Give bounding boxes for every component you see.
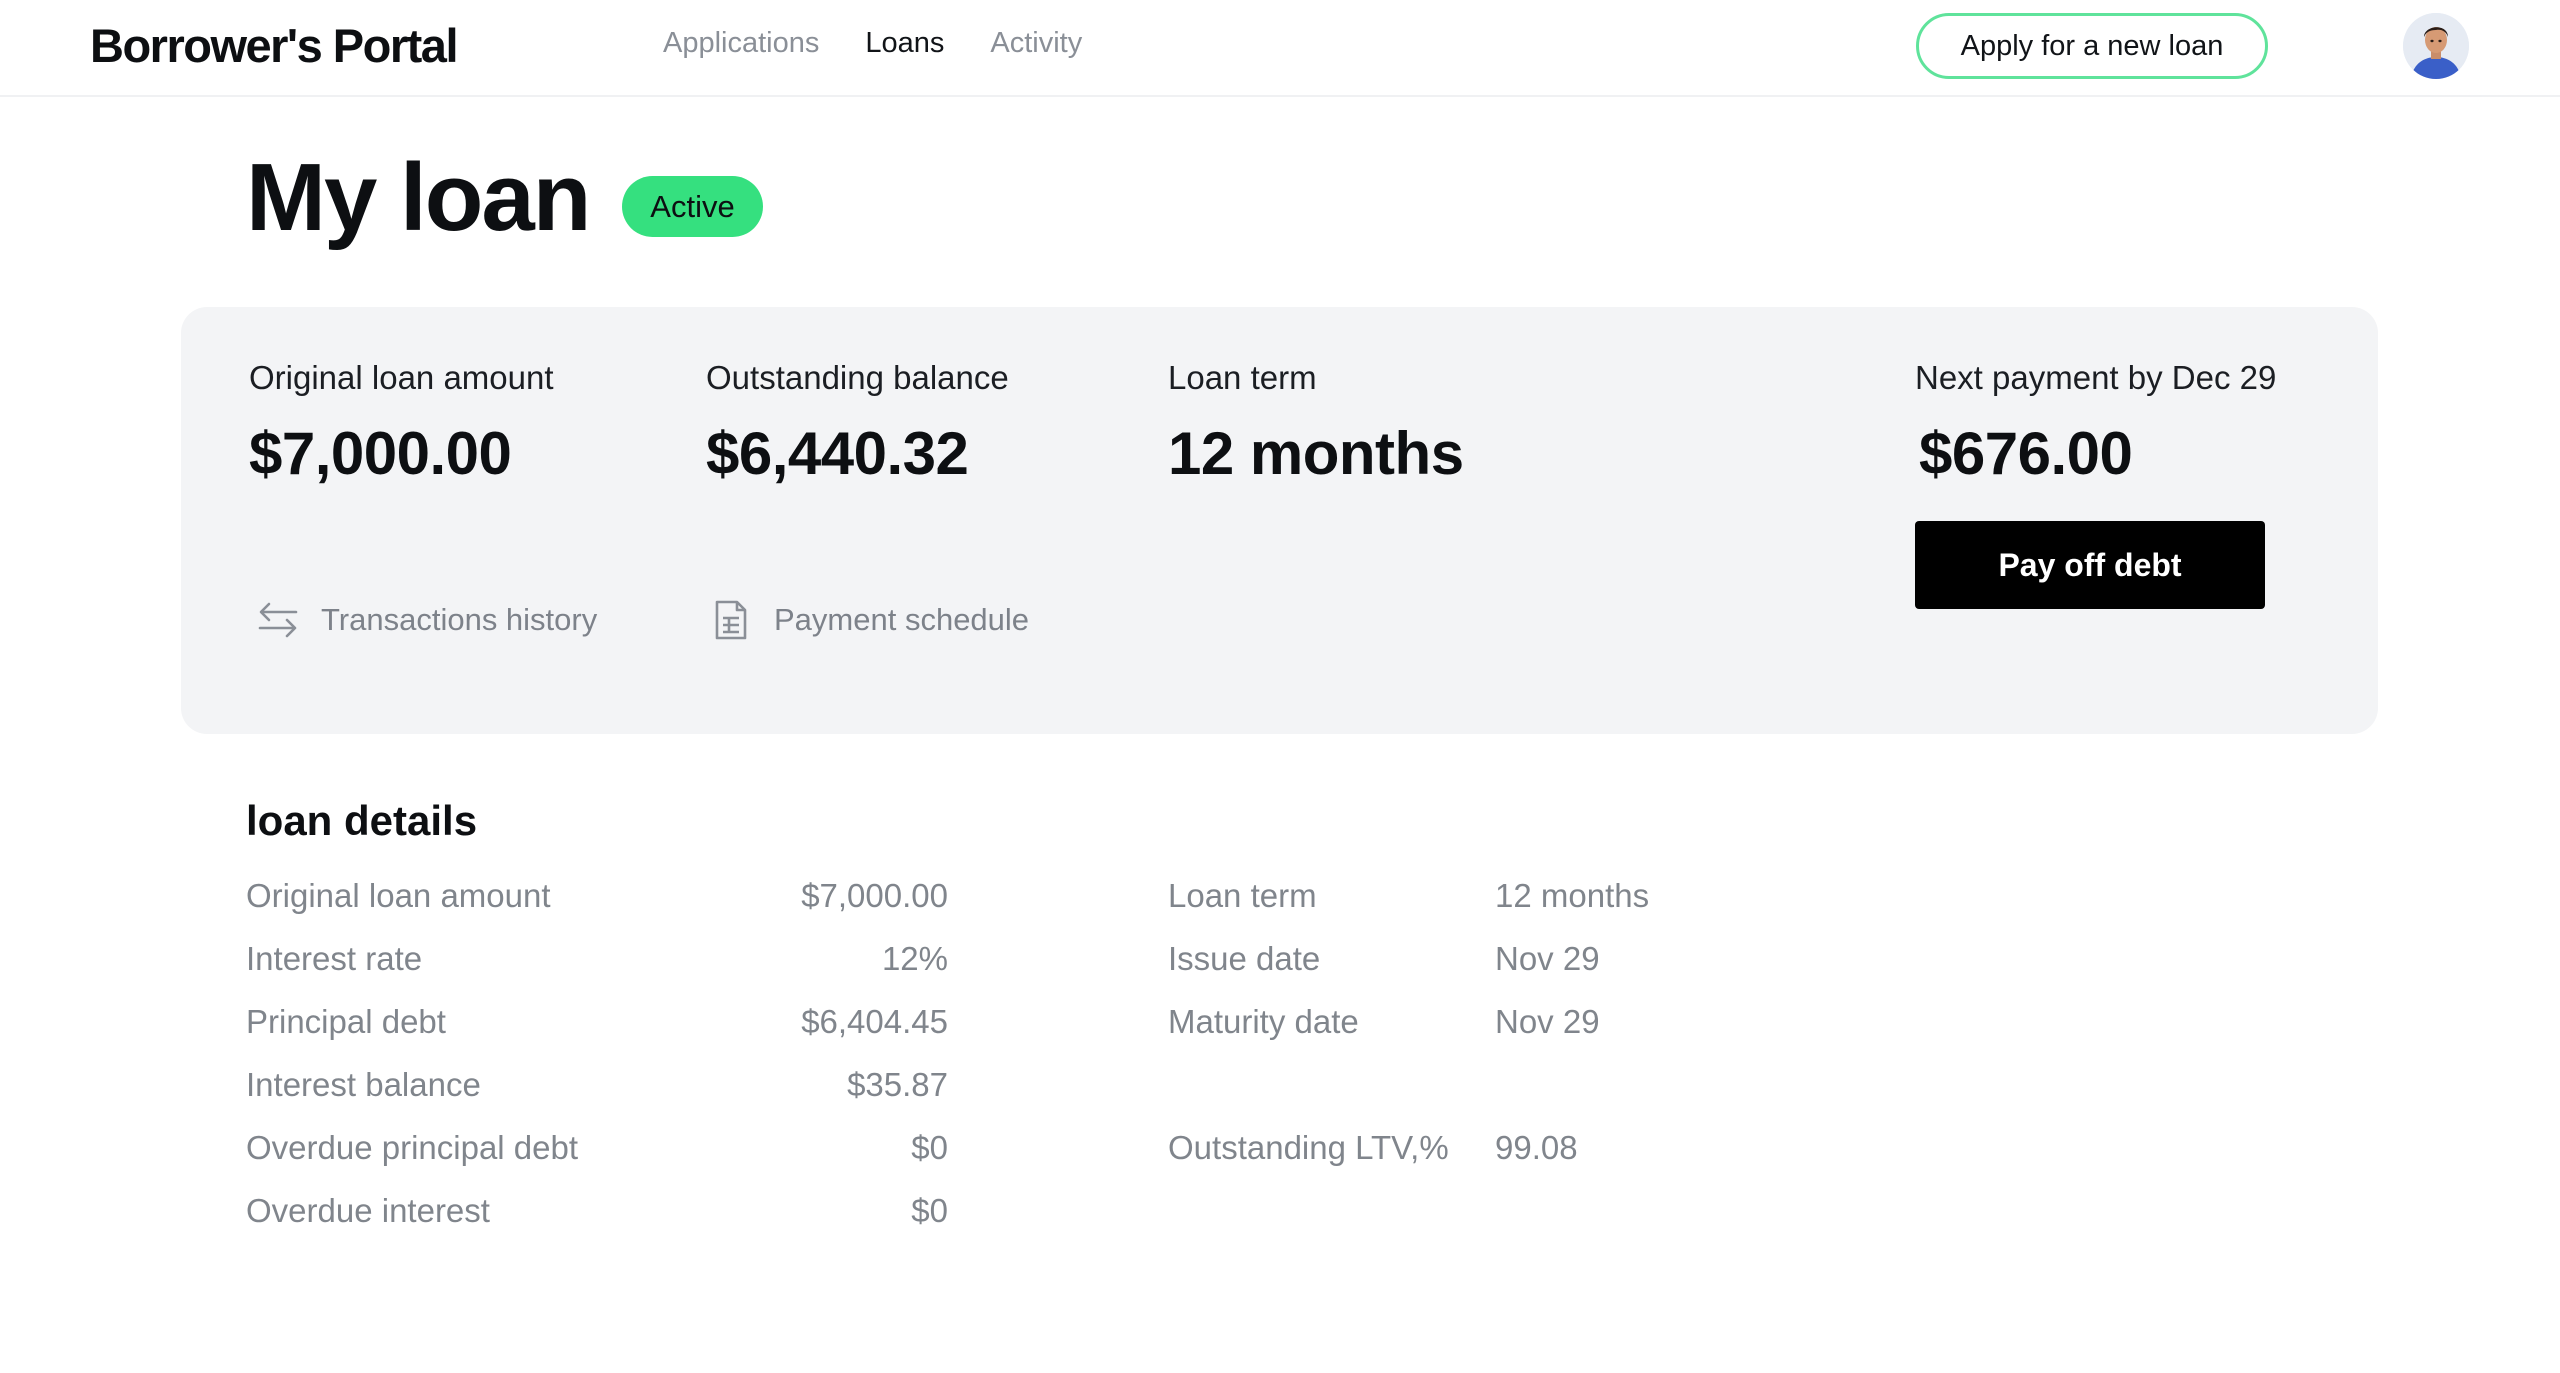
top-header: Borrower's Portal Applications Loans Act… (0, 0, 2560, 97)
stat-value: $6,440.32 (706, 420, 969, 487)
stat-value: $676.00 (1919, 420, 2133, 487)
detail-value: $6,404.45 (801, 1003, 948, 1040)
page-title: My loan (246, 144, 591, 251)
nav-item-activity[interactable]: Activity (990, 27, 1082, 60)
detail-label: Interest rate (246, 940, 423, 977)
detail-label: Maturity date (1168, 1003, 1359, 1040)
apply-new-loan-button[interactable]: Apply for a new loan (1916, 13, 2268, 79)
detail-label: Outstanding LTV,% (1168, 1129, 1449, 1166)
original-amount-stat: Original loan amount $7,000.00 (249, 359, 554, 488)
detail-label: Overdue principal debt (246, 1129, 579, 1166)
stat-label: Next payment by Dec 29 (1915, 359, 2277, 396)
next-payment-stat: Next payment by Dec 29 $676.00 (1915, 359, 2276, 488)
stat-label: Loan term (1168, 359, 1317, 396)
detail-label: Issue date (1168, 940, 1321, 977)
nav-item-loans[interactable]: Loans (865, 27, 944, 60)
detail-value: $7,000.00 (801, 877, 948, 914)
status-badge: Active (622, 176, 763, 237)
detail-value: Nov 29 (1495, 1003, 1600, 1040)
detail-value: 99.08 (1495, 1129, 1578, 1166)
main-nav: Applications Loans Activity (663, 27, 1082, 60)
detail-label: Interest balance (246, 1066, 481, 1103)
payment-schedule-label: Payment schedule (774, 602, 1030, 637)
detail-value: $35.87 (847, 1066, 948, 1103)
detail-value: 12% (881, 940, 948, 977)
stat-label: Original loan amount (249, 359, 554, 396)
detail-value: $0 (911, 1192, 948, 1229)
arrows-swap-icon (255, 597, 301, 643)
detail-label: Principal debt (246, 1003, 446, 1040)
detail-label: Original loan amount (246, 877, 551, 914)
portal-logo[interactable]: Borrower's Portal (90, 18, 459, 73)
payment-schedule-link[interactable]: Payment schedule (708, 597, 1029, 643)
outstanding-balance-stat: Outstanding balance $6,440.32 (706, 359, 1009, 488)
loan-term-stat: Loan term 12 months (1168, 359, 1464, 488)
pay-off-debt-button[interactable]: Pay off debt (1915, 521, 2265, 609)
transactions-history-label: Transactions history (321, 602, 598, 637)
detail-value: $0 (911, 1129, 948, 1166)
detail-label: Loan term (1168, 877, 1317, 914)
detail-value: Nov 29 (1495, 940, 1600, 977)
stat-label: Outstanding balance (706, 359, 1009, 396)
avatar-image (2403, 13, 2469, 79)
transactions-history-link[interactable]: Transactions history (255, 597, 597, 643)
loan-details-title: loan details (246, 797, 478, 844)
document-icon (708, 597, 754, 643)
user-avatar[interactable] (2403, 13, 2469, 79)
stat-value: 12 months (1168, 420, 1464, 487)
detail-value: 12 months (1495, 877, 1650, 914)
loan-summary-card: Original loan amount $7,000.00 Outstandi… (181, 307, 2378, 734)
nav-item-applications[interactable]: Applications (663, 27, 819, 60)
stat-value: $7,000.00 (249, 420, 512, 487)
detail-label: Overdue interest (246, 1192, 490, 1229)
